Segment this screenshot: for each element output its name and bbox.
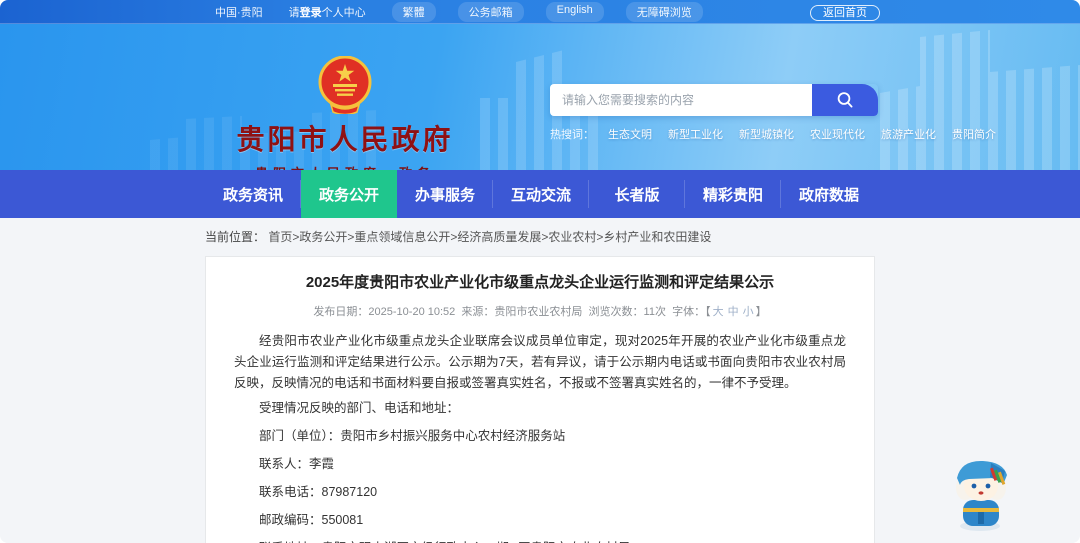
topbar-links: 繁體 公务邮箱 English 无障碍浏览 [391, 1, 703, 22]
mascot-icon [956, 460, 1007, 531]
nav-tab-政府数据[interactable]: 政府数据 [781, 170, 877, 218]
publish-date: 发布日期：2025-10-20 10:52 [313, 306, 456, 318]
hot-search-word[interactable]: 生态文明 [608, 126, 652, 142]
hot-search-word[interactable]: 新型工业化 [668, 126, 723, 142]
topbar-link[interactable]: 繁體 [391, 1, 436, 22]
contact-line: 邮政编码：550081 [259, 513, 364, 527]
breadcrumb: 当前位置： 首页>政务公开>重点领域信息公开>经济高质量发展>农业农村>乡村产业… [0, 218, 1080, 253]
site-region-link[interactable]: 中国·贵阳 [215, 4, 263, 20]
breadcrumb-label: 当前位置： [205, 230, 266, 244]
return-home-button[interactable]: 返回首页 [810, 4, 880, 21]
contact-line: 部门（单位）：贵阳市乡村振兴服务中心农村经济服务站 [259, 429, 566, 443]
article-meta: 发布日期：2025-10-20 10:52 来源：贵阳市农业农村局 浏览次数：1… [313, 306, 767, 318]
contact-line: 联系电话：87987120 [259, 485, 378, 499]
search-bar [550, 84, 878, 116]
font-size-option[interactable]: 大 [713, 306, 724, 318]
contact-line: 联系地址：贵阳市观山湖区市级行政中心二期C区贵阳市农业农村局 [234, 538, 846, 543]
header-banner: 贵阳市人民政府 贵阳市人民政府．政务 www.guiyang.gov.cn 热搜… [0, 24, 1080, 170]
nav-tab-政务公开[interactable]: 政务公开 [301, 170, 397, 218]
view-count: 浏览次数：11次 [588, 306, 666, 318]
nav-tab-互动交流[interactable]: 互动交流 [493, 170, 589, 218]
site-logo[interactable]: 贵阳市人民政府 贵阳市人民政府．政务 www.guiyang.gov.cn [190, 56, 500, 170]
hot-search-label: 热搜词： [550, 129, 594, 141]
national-emblem-icon [318, 56, 372, 114]
city-silhouette [880, 30, 1080, 170]
login-bold: 登录 [299, 6, 322, 19]
gov-site-title: 贵阳市人民政府 [236, 125, 454, 156]
font-size-controls: 大中小 [711, 306, 756, 318]
nav-tab-办事服务[interactable]: 办事服务 [397, 170, 493, 218]
gov-site-subtitle: 贵阳市人民政府．政务 [190, 163, 500, 170]
hot-search-word[interactable]: 贵阳简介 [952, 126, 996, 142]
article-card: 2025年度贵阳市农业产业化市级重点龙头企业运行监测和评定结果公示 发布日期：2… [205, 256, 875, 543]
main-nav: 政务资讯 政务公开 办事服务 互动交流 长者版 精彩贵阳 政府数据 [0, 170, 1080, 218]
hot-search-word[interactable]: 旅游产业化 [881, 126, 936, 142]
topbar-link[interactable]: English [545, 1, 604, 22]
article-paragraph: 经贵阳市农业产业化市级重点龙头企业联席会议成员单位审定，现对2025年开展的农业… [234, 334, 846, 390]
article-paragraph: 受理情况反映的部门、电话和地址： [259, 401, 460, 415]
top-utility-bar: 中国·贵阳 请登录个人中心 繁體 公务邮箱 English 无障碍浏览 返回首页 [0, 0, 1080, 24]
article-title: 2025年度贵阳市农业产业化市级重点龙头企业运行监测和评定结果公示 [305, 274, 775, 291]
article-source: 来源：贵阳市农业农村局 [461, 306, 583, 318]
page: 中国·贵阳 请登录个人中心 繁體 公务邮箱 English 无障碍浏览 返回首页 贵阳… [0, 0, 1080, 543]
hot-search-word[interactable]: 新型城镇化 [739, 126, 794, 142]
contact-line: 联系人：李霞 [259, 457, 335, 471]
mascot-assistant[interactable] [945, 448, 1017, 536]
search-input[interactable] [550, 84, 812, 116]
content-area: 当前位置： 首页>政务公开>重点领域信息公开>经济高质量发展>农业农村>乡村产业… [0, 218, 1080, 543]
search-icon [837, 92, 853, 108]
search-button[interactable] [812, 84, 878, 116]
nav-tab-政务资讯[interactable]: 政务资讯 [205, 170, 301, 218]
hot-search-words: 生态文明 新型工业化 新型城镇化 农业现代化 旅游产业化 贵阳简介 [608, 126, 996, 142]
topbar-link[interactable]: 无障碍浏览 [625, 1, 703, 22]
hot-search-row: 热搜词： 生态文明 新型工业化 新型城镇化 农业现代化 旅游产业化 贵阳简介 [550, 126, 996, 142]
font-size-label: 字体： [672, 306, 706, 318]
breadcrumb-path[interactable]: 首页>政务公开>重点领域信息公开>经济高质量发展>农业农村>乡村产业和农田建设 [268, 230, 711, 244]
font-size-option[interactable]: 小 [743, 306, 754, 318]
topbar-link[interactable]: 公务邮箱 [457, 1, 524, 22]
hot-search-word[interactable]: 农业现代化 [810, 126, 865, 142]
nav-tab-精彩贵阳[interactable]: 精彩贵阳 [685, 170, 781, 218]
login-link[interactable]: 请登录个人中心 [289, 4, 366, 20]
font-size-option[interactable]: 中 [728, 306, 739, 318]
nav-tab-长者版[interactable]: 长者版 [589, 170, 685, 218]
contact-info-list: 部门（单位）：贵阳市乡村振兴服务中心农村经济服务站 联系人：李霞联系电话：8798… [234, 426, 846, 543]
